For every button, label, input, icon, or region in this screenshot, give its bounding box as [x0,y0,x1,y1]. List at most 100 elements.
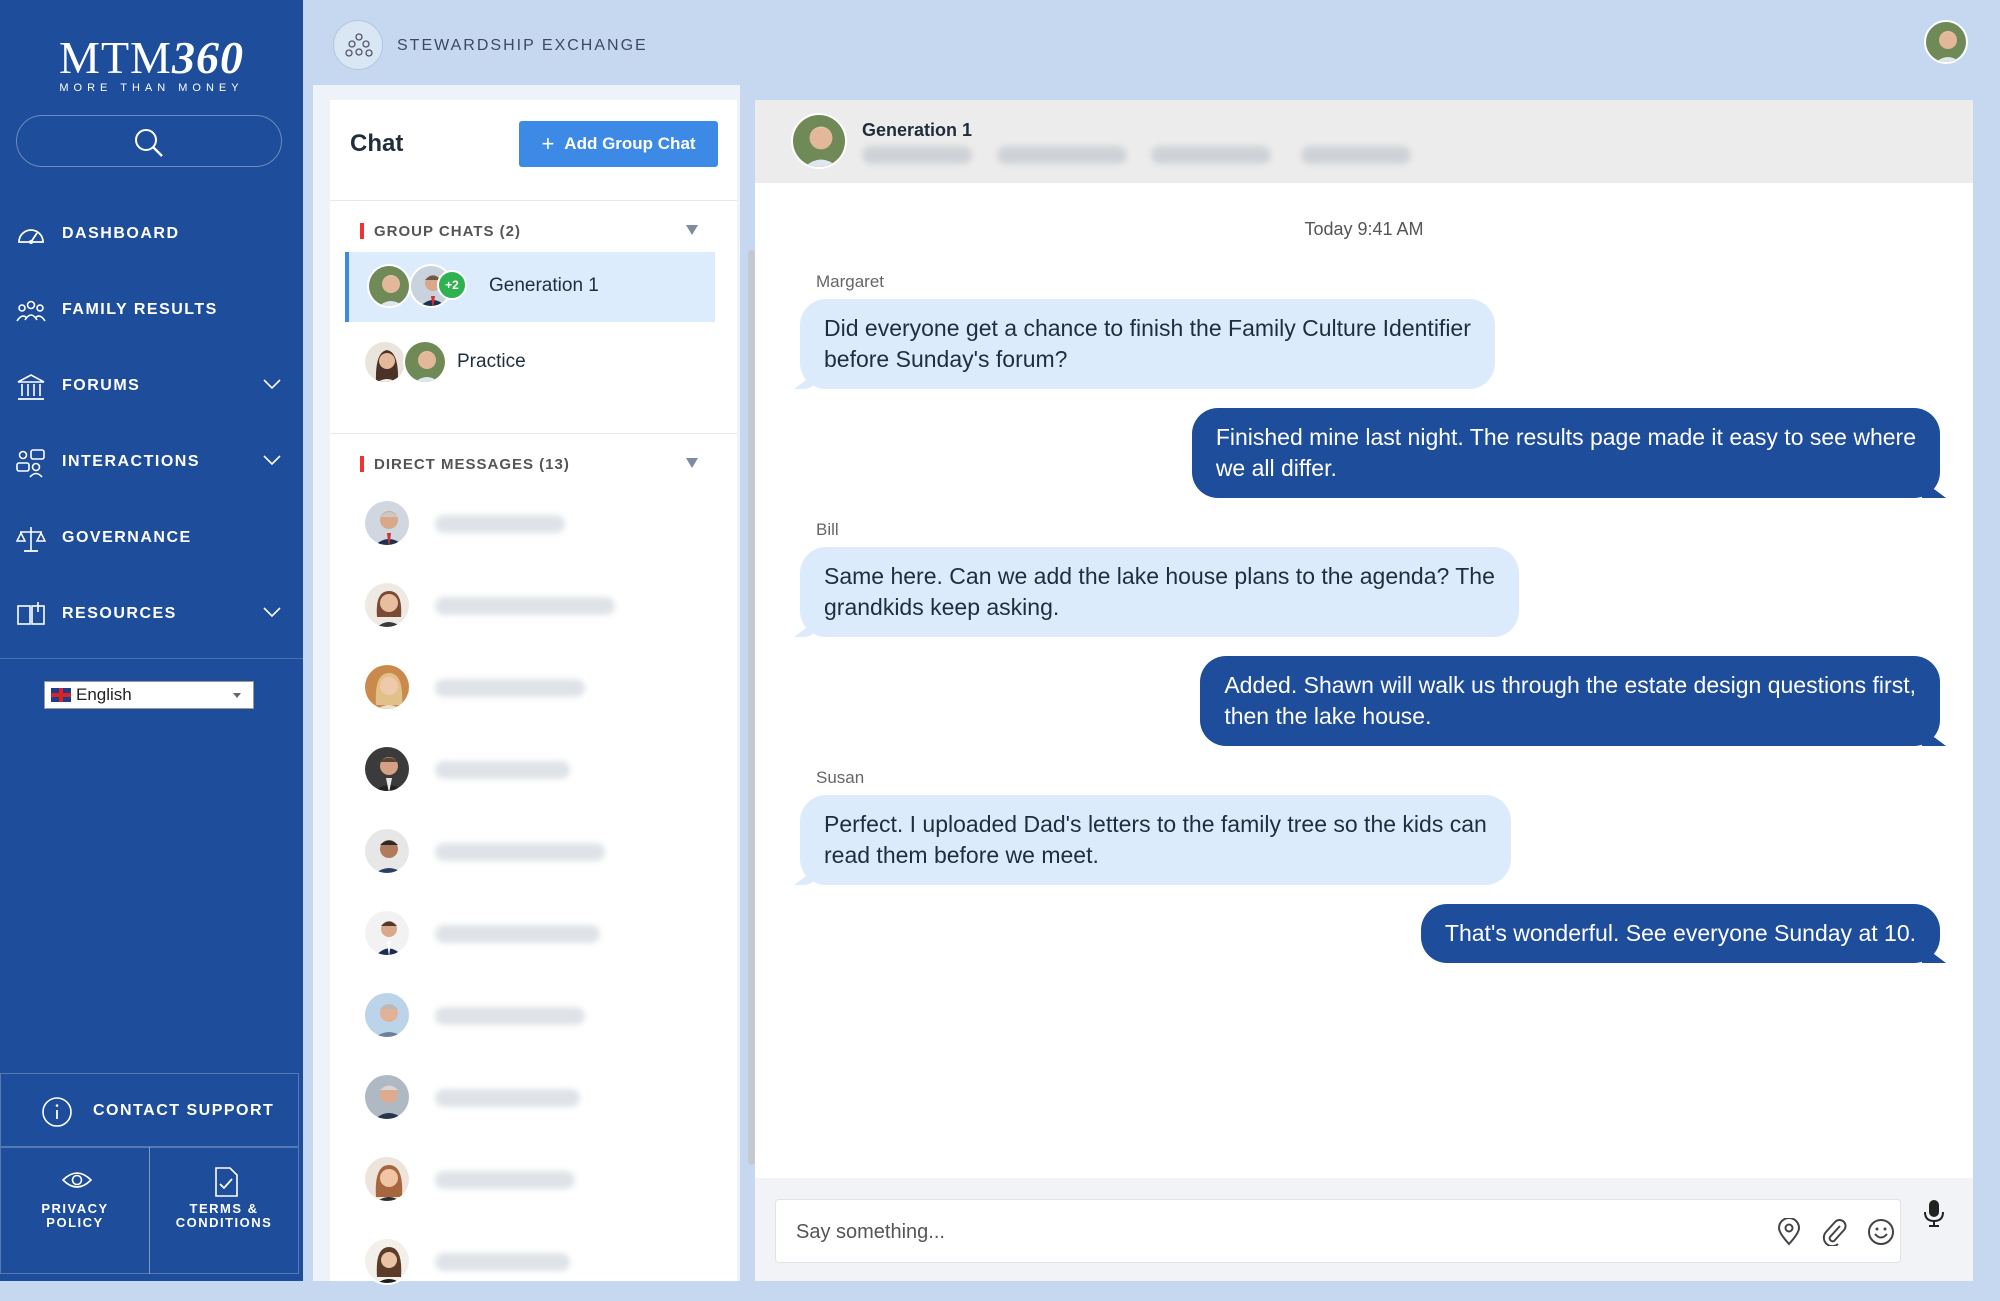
chat-list-title: Chat [350,130,404,157]
direct-messages-header-label: DIRECT MESSAGES (13) [374,456,570,473]
contact-support-button[interactable]: CONTACT SUPPORT [0,1073,299,1147]
network-people-icon [345,33,373,57]
contact-name-redacted [435,761,570,779]
add-group-chat-label: Add Group Chat [564,134,696,153]
message-text: Finished mine last night. The results pa… [1215,424,1916,450]
group-chat-generation-1[interactable]: +2 Generation 1 [345,252,715,322]
nav-resources-label: RESOURCES [62,605,177,622]
direct-message-item[interactable] [345,645,715,727]
plus-icon: + [541,131,555,156]
nav-dashboard-label: DASHBOARD [62,225,180,242]
message-input[interactable] [794,1214,1694,1250]
direct-message-item[interactable] [345,1137,715,1219]
composer-area [755,1178,1973,1281]
contact-name-redacted [435,1007,585,1025]
direct-message-item[interactable] [345,973,715,1055]
chevron-down-icon[interactable] [262,378,282,390]
contact-name-redacted [435,679,585,697]
contact-name-redacted [435,1171,575,1189]
terms-label-line1: TERMS & [189,1201,259,1216]
chat-list-panel: Chat + Add Group Chat GROUP CHATS (2) +2… [313,85,755,1285]
member-avatar [403,340,447,384]
nav-dashboard[interactable]: DASHBOARD [0,204,303,264]
search-icon [135,129,163,157]
member-avatar [367,264,411,308]
nav-resources[interactable]: RESOURCES [0,584,303,644]
message-text: grandkids keep asking. [824,594,1060,620]
nav-forums[interactable]: FORUMS [0,356,303,416]
incoming-message-bubble[interactable]: Same here. Can we add the lake house pla… [800,547,1519,637]
message-text: Same here. Can we add the lake house pla… [824,563,1495,589]
contact-avatar [363,1237,411,1285]
microphone-icon[interactable] [1923,1198,1945,1228]
collapse-triangle-icon[interactable] [686,225,698,235]
incoming-message-bubble[interactable]: Did everyone get a chance to finish the … [800,299,1495,389]
organization-logo[interactable] [333,20,383,70]
nav-family-results[interactable]: FAMILY RESULTS [0,280,303,340]
group-chats-header[interactable]: GROUP CHATS (2) [330,200,737,260]
group-chats-header-label: GROUP CHATS (2) [374,223,521,240]
conversation-avatar[interactable] [791,113,847,169]
dashboard-gauge-icon [18,229,44,244]
message-timestamp: Today 9:41 AM [1304,219,1424,239]
sidebar-divider [0,658,303,659]
language-select[interactable]: English [44,681,254,709]
message-text: before Sunday's forum? [824,346,1068,372]
message-sender: Susan [816,768,865,787]
privacy-label-line2: POLICY [46,1215,104,1230]
privacy-label-line1: PRIVACY [41,1201,109,1216]
member-name-redacted [862,146,972,164]
terms-conditions-button[interactable]: TERMS & CONDITIONS [149,1147,299,1274]
message-text: read them before we meet. [824,842,1099,868]
add-group-chat-button[interactable]: + Add Group Chat [519,121,718,167]
language-select-value: English [76,685,132,704]
member-name-redacted [997,146,1127,164]
logo-text: MTM [59,32,172,83]
location-pin-icon[interactable] [1776,1218,1802,1246]
message-text: Added. Shawn will walk us through the es… [1224,672,1916,698]
direct-message-item[interactable] [345,563,715,645]
chevron-down-icon[interactable] [262,606,282,618]
chevron-down-icon[interactable] [262,454,282,466]
direct-message-item[interactable] [345,1219,715,1301]
direct-message-item[interactable] [345,809,715,891]
nav-governance[interactable]: GOVERNANCE [0,508,303,568]
group-chat-practice[interactable]: Practice [345,328,715,398]
app-logo[interactable]: MTM360 MORE THAN MONEY [0,32,303,94]
logo-number: 360 [171,32,244,83]
contact-avatar [363,581,411,629]
outgoing-message-bubble[interactable]: That's wonderful. See everyone Sunday at… [1420,904,1940,963]
conversation-title: Generation 1 [862,120,973,140]
outgoing-message-bubble[interactable]: Added. Shawn will walk us through the es… [1200,656,1940,746]
contact-name-redacted [435,1253,570,1271]
contact-avatar [363,1155,411,1203]
direct-message-item[interactable] [345,481,715,563]
member-name-redacted [1151,146,1271,164]
incoming-message-bubble[interactable]: Perfect. I uploaded Dad's letters to the… [800,795,1511,885]
emoji-smiley-icon[interactable] [1867,1218,1895,1246]
message-text: Did everyone get a chance to finish the … [824,315,1471,341]
contact-name-redacted [435,597,615,615]
message-text: Perfect. I uploaded Dad's letters to the… [824,811,1487,837]
direct-message-item[interactable] [345,891,715,973]
group-chat-name: Generation 1 [489,275,599,296]
resources-book-icon [17,602,45,625]
user-avatar[interactable] [1924,20,1968,64]
direct-message-item[interactable] [345,1055,715,1137]
nav-family-results-label: FAMILY RESULTS [62,301,218,318]
privacy-policy-button[interactable]: PRIVACY POLICY [0,1147,150,1274]
nav-interactions-label: INTERACTIONS [62,453,200,470]
contact-name-redacted [435,1089,580,1107]
member-name-redacted [1301,146,1411,164]
outgoing-message-bubble[interactable]: Finished mine last night. The results pa… [1191,408,1940,498]
collapse-triangle-icon[interactable] [686,458,698,468]
paperclip-icon[interactable] [1822,1218,1848,1246]
message-sender: Margaret [816,272,885,291]
sidebar-search-button[interactable] [16,115,282,167]
message-text: we all differ. [1215,455,1337,481]
direct-message-item[interactable] [345,727,715,809]
chat-list-scrollbar[interactable] [748,250,755,1165]
contact-name-redacted [435,925,600,943]
nav-interactions[interactable]: INTERACTIONS [0,432,303,492]
message-composer [775,1199,1901,1263]
